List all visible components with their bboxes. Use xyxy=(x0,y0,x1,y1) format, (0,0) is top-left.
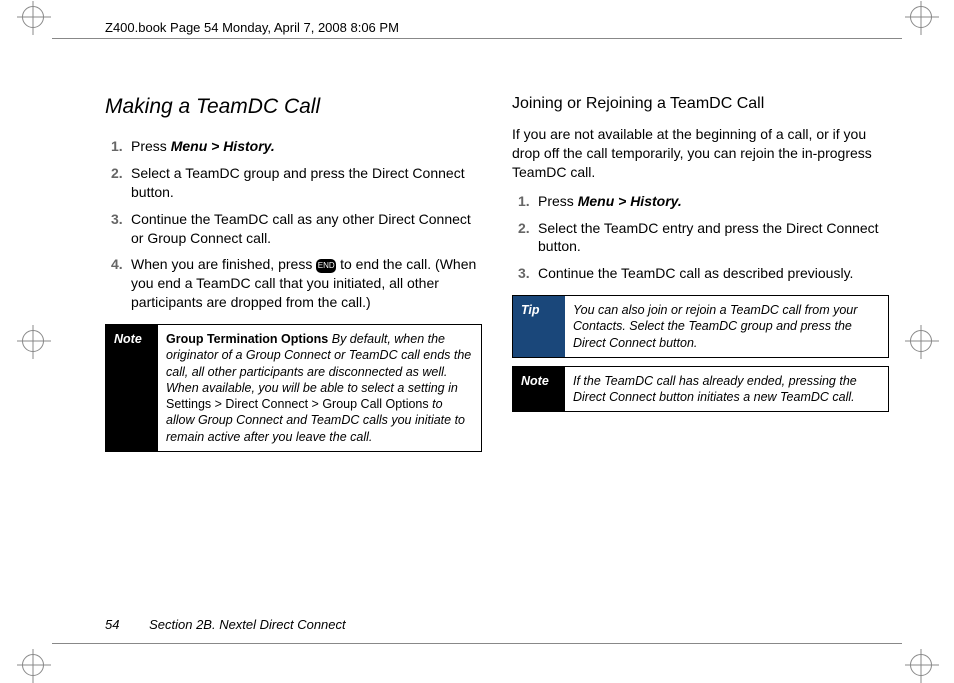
note-body: If the TeamDC call has already ended, pr… xyxy=(565,367,888,412)
step-text: Continue the TeamDC call as described pr… xyxy=(538,265,853,281)
step-text: When you are finished, press xyxy=(131,256,316,272)
left-column: Making a TeamDC Call 1. Press Menu > His… xyxy=(105,95,482,612)
note-callout: Note If the TeamDC call has already ende… xyxy=(512,366,889,413)
running-head: Z400.book Page 54 Monday, April 7, 2008 … xyxy=(105,20,399,35)
step-number: 2. xyxy=(518,219,530,238)
step-number: 2. xyxy=(111,164,123,183)
menu-path: Menu > History. xyxy=(578,193,682,209)
step-number: 1. xyxy=(111,137,123,156)
step-2: 2. Select a TeamDC group and press the D… xyxy=(105,164,482,202)
crop-mark-icon xyxy=(910,654,932,676)
tip-body: You can also join or rejoin a TeamDC cal… xyxy=(565,296,888,357)
crop-mark-icon xyxy=(910,6,932,28)
step-number: 3. xyxy=(518,264,530,283)
step-2: 2. Select the TeamDC entry and press the… xyxy=(512,219,889,257)
end-call-icon: END xyxy=(316,259,336,273)
step-3: 3. Continue the TeamDC call as any other… xyxy=(105,210,482,248)
note-callout: Note Group Termination Options By defaul… xyxy=(105,324,482,452)
crop-mark-icon xyxy=(22,6,44,28)
step-text: Press xyxy=(538,193,578,209)
settings-path: Settings > Direct Connect > Group Call O… xyxy=(166,397,429,411)
note-lead: Group Termination Options xyxy=(166,332,328,346)
tip-callout: Tip You can also join or rejoin a TeamDC… xyxy=(512,295,889,358)
page-body: Making a TeamDC Call 1. Press Menu > His… xyxy=(105,95,889,612)
intro-paragraph: If you are not available at the beginnin… xyxy=(512,125,889,182)
note-label: Note xyxy=(106,325,158,451)
frame-line xyxy=(52,38,902,39)
crop-mark-icon xyxy=(22,330,44,352)
step-3: 3. Continue the TeamDC call as described… xyxy=(512,264,889,283)
step-1: 1. Press Menu > History. xyxy=(105,137,482,156)
step-number: 3. xyxy=(111,210,123,229)
crop-mark-icon xyxy=(910,330,932,352)
step-text: Select the TeamDC entry and press the Di… xyxy=(538,220,879,255)
step-text: Press xyxy=(131,138,171,154)
heading-joining-call: Joining or Rejoining a TeamDC Call xyxy=(512,95,889,113)
step-number: 1. xyxy=(518,192,530,211)
section-title: Section 2B. Nextel Direct Connect xyxy=(149,617,346,632)
tip-label: Tip xyxy=(513,296,565,357)
steps-list: 1. Press Menu > History. 2. Select the T… xyxy=(512,192,889,284)
right-column: Joining or Rejoining a TeamDC Call If yo… xyxy=(512,95,889,612)
heading-making-call: Making a TeamDC Call xyxy=(105,95,482,119)
note-body: Group Termination Options By default, wh… xyxy=(158,325,481,451)
page-footer: 54 Section 2B. Nextel Direct Connect xyxy=(105,617,346,632)
steps-list: 1. Press Menu > History. 2. Select a Tea… xyxy=(105,137,482,312)
step-1: 1. Press Menu > History. xyxy=(512,192,889,211)
page-number: 54 xyxy=(105,617,119,632)
step-4: 4. When you are finished, press END to e… xyxy=(105,255,482,312)
menu-path: Menu > History. xyxy=(171,138,275,154)
crop-mark-icon xyxy=(22,654,44,676)
step-number: 4. xyxy=(111,255,123,274)
note-label: Note xyxy=(513,367,565,412)
step-text: Select a TeamDC group and press the Dire… xyxy=(131,165,465,200)
frame-line xyxy=(52,643,902,644)
step-text: Continue the TeamDC call as any other Di… xyxy=(131,211,471,246)
